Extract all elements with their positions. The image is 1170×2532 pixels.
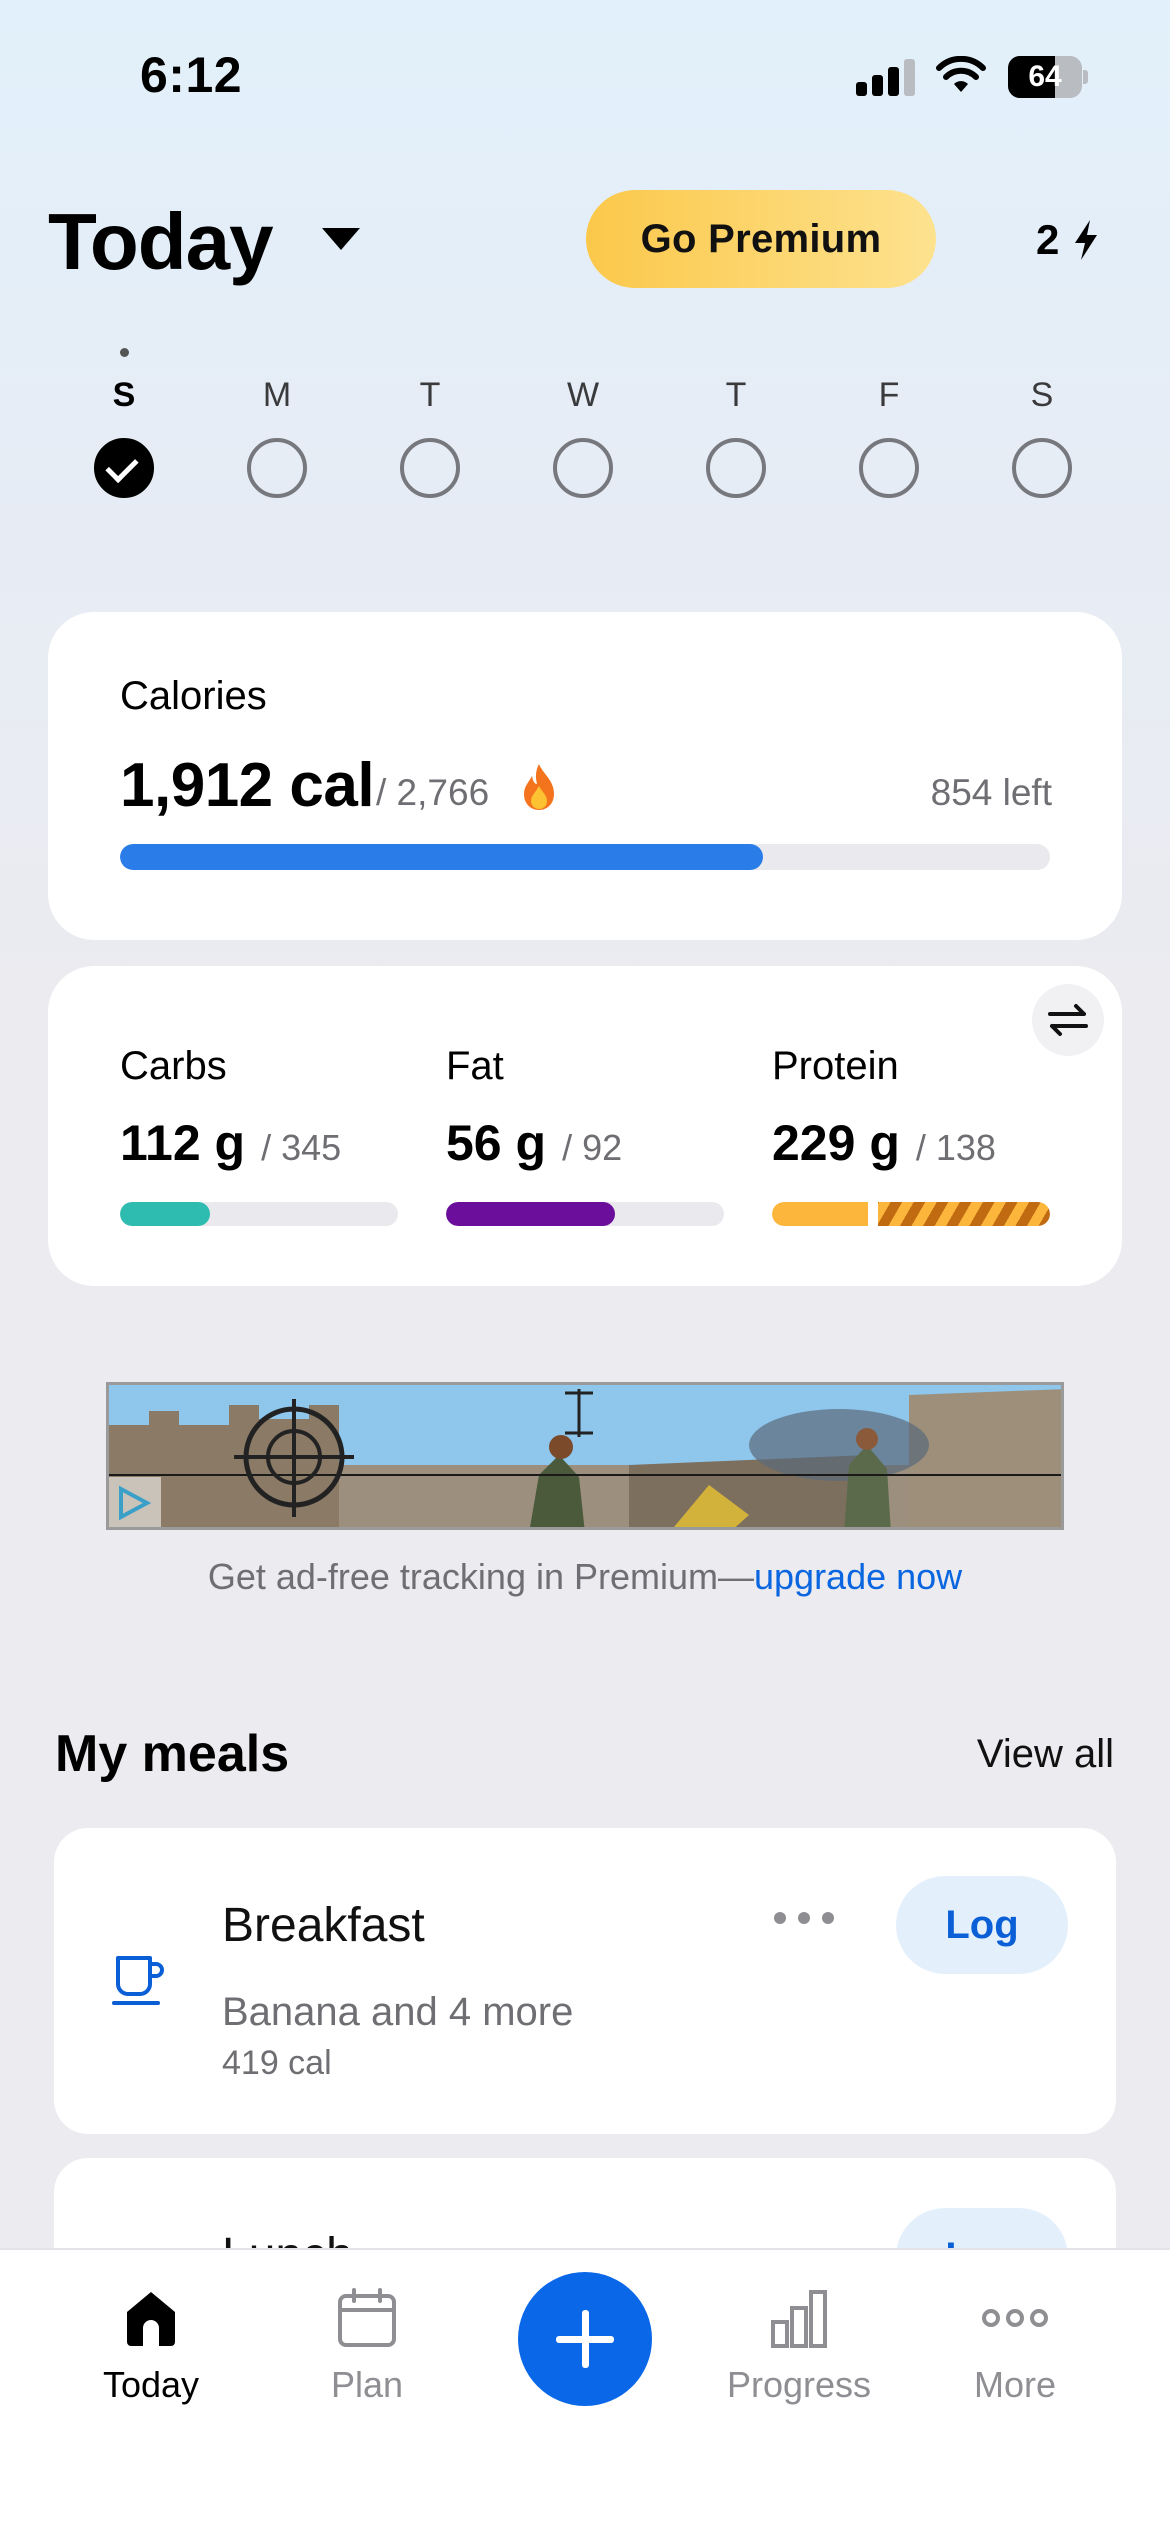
calories-left: 854 left — [930, 772, 1052, 813]
log-breakfast-button[interactable]: Log — [896, 1876, 1068, 1974]
ad-game-image — [109, 1385, 1061, 1527]
home-icon — [127, 2292, 175, 2346]
protein-goal-fill — [772, 1202, 868, 1226]
macro-goal: / 345 — [261, 1127, 342, 1168]
dot — [822, 1912, 834, 1924]
macro-fat: Fat 56 g / 92 — [446, 1044, 726, 1244]
protein-progress-bar — [772, 1202, 1050, 1226]
battery-icon: 64 — [1008, 56, 1088, 98]
week-day-selector: SMTWTFS — [48, 342, 1126, 502]
day-letter: F — [878, 376, 900, 414]
macro-name: Fat — [446, 1044, 504, 1088]
tab-label: More — [973, 2364, 1057, 2405]
day-letter: M — [262, 376, 292, 414]
swap-arrows-icon — [1048, 1004, 1088, 1036]
meal-name: Breakfast — [222, 1899, 425, 1952]
lightning-bolt-icon — [1075, 220, 1098, 260]
macro-protein: Protein 229 g / 138 — [772, 1044, 1052, 1244]
meal-summary: Banana and 4 more — [222, 1990, 574, 2034]
tab-progress[interactable]: Progress — [689, 2288, 909, 2428]
day-1[interactable]: M — [202, 342, 352, 502]
day-letter: T — [419, 376, 441, 414]
day-6[interactable]: S — [967, 342, 1117, 502]
view-all-link[interactable]: View all — [977, 1732, 1114, 1777]
day-letter: S — [1030, 376, 1054, 414]
ad-banner[interactable] — [106, 1382, 1064, 1530]
macro-goal: / 138 — [915, 1127, 996, 1168]
empty-circle-icon — [400, 438, 460, 498]
macro-value: 229 g — [772, 1115, 900, 1171]
macro-value: 112 g — [120, 1115, 246, 1171]
calories-card[interactable]: Calories 1,912 cal / 2,766 854 left — [48, 612, 1122, 940]
meal-calories: 419 cal — [222, 2044, 332, 2082]
cellular-signal-icon — [856, 58, 918, 96]
streak-count: 2 — [1036, 216, 1060, 263]
tab-label: Today — [102, 2364, 200, 2405]
ad-upgrade-text: Get ad-free tracking in Premium—upgrade … — [0, 1556, 1170, 1598]
tab-plan[interactable]: Plan — [257, 2288, 477, 2428]
dot — [774, 1912, 786, 1924]
macro-name: Protein — [772, 1044, 899, 1088]
macro-carbs: Carbs 112 g / 345 — [120, 1044, 400, 1244]
streak-counter[interactable]: 2 — [1036, 210, 1101, 270]
empty-circle-icon — [1012, 438, 1072, 498]
tab-more[interactable]: More — [905, 2288, 1125, 2428]
protein-over-goal-fill — [878, 1202, 1050, 1226]
bottom-tab-bar: Today Plan Progress More — [0, 2248, 1170, 2532]
dot — [798, 1912, 810, 1924]
day-letter: T — [725, 376, 747, 414]
tab-today[interactable]: Today — [41, 2288, 261, 2428]
ad-text: Get ad-free tracking in Premium— — [207, 1556, 754, 1597]
page-title[interactable]: Today — [48, 196, 274, 288]
today-indicator-dot — [120, 348, 129, 357]
upgrade-now-link[interactable]: upgrade now — [754, 1556, 962, 1597]
status-bar: 6:12 64 — [0, 0, 1170, 150]
fat-progress-bar — [446, 1202, 724, 1226]
calories-value: 1,912 cal — [120, 751, 375, 820]
go-premium-button[interactable]: Go Premium — [586, 190, 936, 288]
macros-card[interactable]: Carbs 112 g / 345 Fat 56 g / 92 Protein 22… — [48, 966, 1122, 1286]
fire-icon — [524, 764, 554, 810]
macro-value: 56 g — [446, 1115, 547, 1171]
day-letter: S — [112, 376, 136, 414]
add-button[interactable] — [518, 2272, 652, 2406]
empty-circle-icon — [859, 438, 919, 498]
caret-down-icon[interactable] — [322, 228, 360, 250]
checkmark-circle-icon — [94, 438, 154, 498]
coffee-cup-icon — [112, 1956, 164, 2005]
carbs-progress-bar — [120, 1202, 398, 1226]
day-3[interactable]: W — [508, 342, 658, 502]
more-dots-icon — [982, 2309, 1048, 2327]
my-meals-heading: My meals — [55, 1725, 290, 1783]
day-5[interactable]: F — [814, 342, 964, 502]
meal-card-breakfast[interactable]: Breakfast Banana and 4 more 419 cal Log — [54, 1828, 1116, 2134]
calendar-icon — [338, 2288, 396, 2347]
bar-chart-icon — [771, 2290, 827, 2348]
tab-label: Progress — [726, 2364, 872, 2405]
tab-label: Plan — [330, 2364, 404, 2405]
calories-goal: / 2,766 — [376, 772, 490, 813]
macro-name: Carbs — [120, 1044, 227, 1088]
day-0[interactable]: S — [49, 342, 199, 502]
calories-progress-bar — [120, 844, 1050, 870]
meal-options-button[interactable] — [774, 1898, 834, 1938]
battery-percent: 64 — [1028, 60, 1062, 93]
wifi-icon — [936, 56, 986, 92]
empty-circle-icon — [706, 438, 766, 498]
day-2[interactable]: T — [355, 342, 505, 502]
empty-circle-icon — [247, 438, 307, 498]
day-letter: W — [566, 376, 600, 414]
macro-goal: / 92 — [562, 1127, 623, 1168]
calories-label: Calories — [120, 674, 267, 718]
status-time: 6:12 — [140, 47, 243, 103]
day-4[interactable]: T — [661, 342, 811, 502]
empty-circle-icon — [553, 438, 613, 498]
